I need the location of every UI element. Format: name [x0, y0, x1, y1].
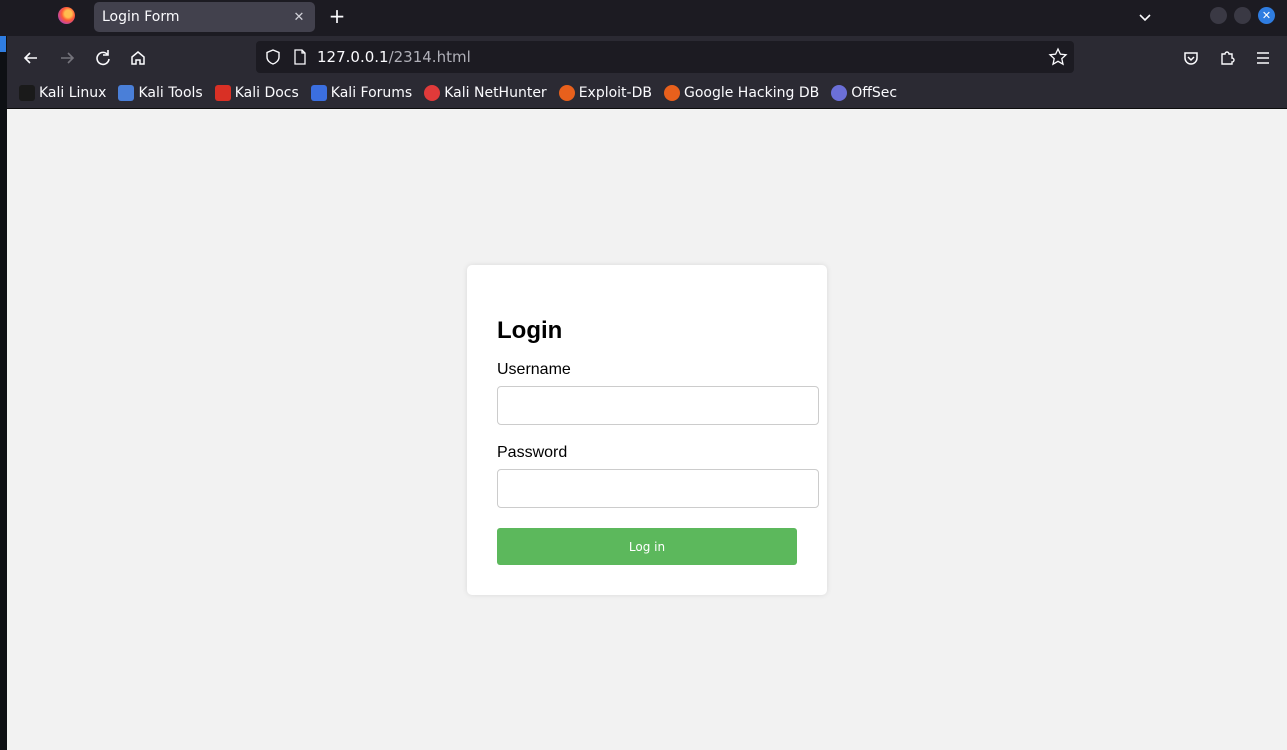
bookmark-label: Kali Linux [39, 85, 107, 101]
page-info-icon[interactable] [292, 48, 308, 70]
login-card: Login Username Password Log in [467, 265, 827, 595]
url-host: 127.0.0.1 [317, 48, 389, 66]
home-icon[interactable] [125, 45, 151, 71]
username-input[interactable] [497, 386, 819, 425]
desktop-edge [0, 36, 7, 750]
minimize-window-icon[interactable] [1210, 7, 1227, 24]
new-tab-plus-icon[interactable]: + [326, 4, 348, 28]
login-button[interactable]: Log in [497, 528, 797, 565]
firefox-logo-icon [58, 7, 75, 24]
bookmark-label: Kali Tools [138, 85, 203, 101]
bookmarks-toolbar: Kali Linux Kali Tools Kali Docs Kali For… [7, 78, 1287, 109]
bookmark-label: Kali Docs [234, 85, 299, 101]
username-label: Username [497, 361, 571, 378]
bookmark-kali-linux[interactable]: Kali Linux [19, 85, 106, 101]
url-text[interactable]: 127.0.0.1/2314.html [317, 48, 471, 66]
bookmark-kali-forums[interactable]: Kali Forums [310, 85, 413, 101]
page-title: Login [497, 317, 563, 344]
tab-bar: Login Form ✕ + ✕ [0, 0, 1287, 36]
reload-icon[interactable] [90, 45, 116, 71]
exploit-db-icon [558, 85, 575, 101]
bookmark-label: Exploit-DB [578, 85, 652, 101]
kali-docs-icon [214, 85, 231, 101]
tab-login-form[interactable]: Login Form ✕ [94, 2, 315, 32]
navigation-toolbar: 127.0.0.1/2314.html [7, 36, 1287, 78]
url-path: /2314.html [388, 48, 471, 66]
address-bar[interactable]: 127.0.0.1/2314.html [256, 41, 1074, 73]
bookmark-google-hacking-db[interactable]: Google Hacking DB [663, 85, 820, 101]
bookmark-kali-nethunter[interactable]: Kali NetHunter [424, 85, 547, 101]
desktop-panel-accent [0, 36, 6, 52]
password-label: Password [497, 444, 568, 461]
chevron-down-icon[interactable] [1134, 6, 1156, 28]
bookmark-exploit-db[interactable]: Exploit-DB [558, 85, 652, 101]
bookmark-kali-docs[interactable]: Kali Docs [214, 85, 299, 101]
password-input[interactable] [497, 469, 819, 508]
shield-icon[interactable] [264, 48, 282, 70]
kali-forums-icon [310, 85, 327, 101]
bookmark-star-icon[interactable] [1048, 47, 1068, 71]
bookmark-label: OffSec [851, 85, 898, 101]
pocket-icon[interactable] [1178, 45, 1204, 71]
nethunter-icon [424, 85, 441, 101]
close-icon[interactable]: ✕ [291, 10, 307, 25]
extensions-icon[interactable] [1214, 45, 1240, 71]
page-content: Login Username Password Log in [7, 109, 1287, 750]
offsec-icon [831, 85, 848, 101]
back-arrow-icon[interactable] [18, 45, 44, 71]
bookmark-offsec[interactable]: OffSec [831, 85, 897, 101]
maximize-window-icon[interactable] [1234, 7, 1251, 24]
bookmark-label: Kali NetHunter [444, 85, 547, 101]
close-window-icon[interactable]: ✕ [1258, 7, 1275, 24]
tab-title: Login Form [102, 9, 180, 25]
bookmark-kali-tools[interactable]: Kali Tools [118, 85, 203, 101]
kali-dragon-icon [19, 85, 35, 101]
kali-tools-icon [118, 85, 135, 101]
forward-arrow-icon[interactable] [54, 45, 80, 71]
ghdb-icon [663, 85, 680, 101]
bookmark-label: Kali Forums [330, 85, 413, 101]
bookmark-label: Google Hacking DB [683, 85, 820, 101]
hamburger-menu-icon[interactable] [1250, 45, 1276, 71]
